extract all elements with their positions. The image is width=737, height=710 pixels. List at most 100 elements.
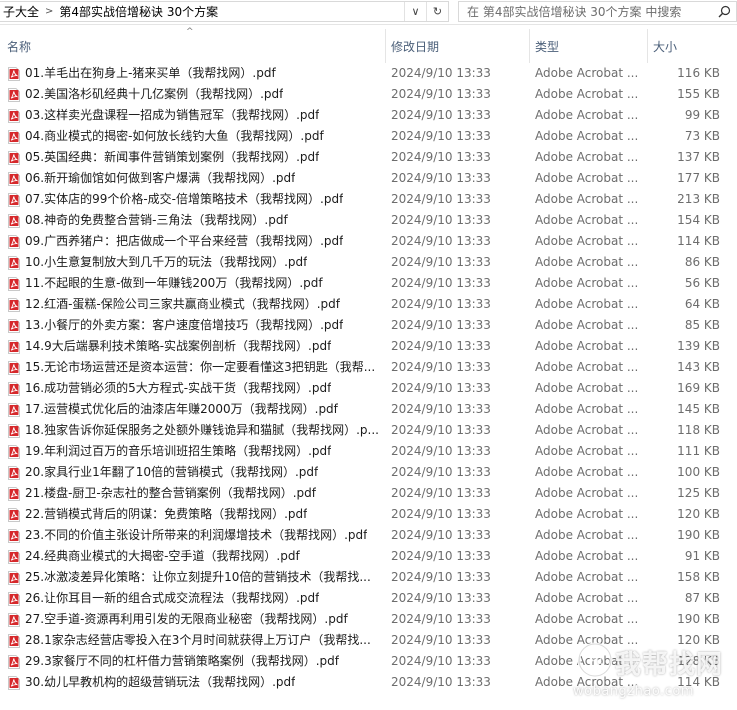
file-row[interactable]: 06.新开瑜伽馆如何做到客户爆满（我帮找网）.pdf 2024/9/10 13:3… [0,168,737,189]
file-name[interactable]: 22.营销模式背后的阴谋：免费策略（我帮找网）.pdf [25,504,307,525]
file-name-cell[interactable]: 22.营销模式背后的阴谋：免费策略（我帮找网）.pdf [8,504,385,525]
file-name-cell[interactable]: 29.3家餐厅不同的杠杆借力营销策略案例（我帮找网）.pdf [8,651,385,672]
file-name[interactable]: 17.运营模式优化后的油漆店年赚2000万（我帮找网）.pdf [25,399,338,420]
file-row[interactable]: 11.不起眼的生意-做到一年赚钱200万（我帮找网）.pdf 2024/9/10 … [0,273,737,294]
file-name[interactable]: 04.商业模式的揭密-如何放长线钓大鱼（我帮找网）.pdf [25,126,324,147]
file-name-cell[interactable]: 20.家具行业1年翻了10倍的营销模式（我帮找网）.pdf [8,462,385,483]
file-row[interactable]: 21.楼盘-厨卫-杂志社的整合营销案例（我帮找网）.pdf 2024/9/10 1… [0,483,737,504]
breadcrumb-current[interactable]: 第4部实战倍增秘诀 30个方案 [56,3,221,20]
file-name-cell[interactable]: 14.9大后端暴利技术策略-实战案例剖析（我帮找网）.pdf [8,336,385,357]
file-name-cell[interactable]: 30.幼儿早教机构的超级营销玩法（我帮找网）.pdf [8,672,385,693]
file-name-cell[interactable]: 19.年利润过百万的音乐培训班招生策略（我帮找网）.pdf [8,441,385,462]
file-name-cell[interactable]: 01.羊毛出在狗身上-猪来买单（我帮找网）.pdf [8,63,385,84]
file-name[interactable]: 02.美国洛杉矶经典十几亿案例（我帮找网）.pdf [25,84,283,105]
file-name[interactable]: 18.独家告诉你延保服务之处额外赚钱诡异和猫腻（我帮找网）.p... [25,420,379,441]
file-row[interactable]: 04.商业模式的揭密-如何放长线钓大鱼（我帮找网）.pdf 2024/9/10 1… [0,126,737,147]
file-name[interactable]: 10.小生意复制放大到几千万的玩法（我帮找网）.pdf [25,252,307,273]
file-row[interactable]: 07.实体店的99个价格-成交-倍增策略技术（我帮找网）.pdf 2024/9/1… [0,189,737,210]
file-name-cell[interactable]: 07.实体店的99个价格-成交-倍增策略技术（我帮找网）.pdf [8,189,385,210]
file-row[interactable]: 17.运营模式优化后的油漆店年赚2000万（我帮找网）.pdf 2024/9/10… [0,399,737,420]
breadcrumb-chevron-icon[interactable]: > [42,6,56,17]
address-bar[interactable]: 子大全 > 第4部实战倍增秘诀 30个方案 ∨ ↻ [0,1,449,22]
file-name[interactable]: 29.3家餐厅不同的杠杆借力营销策略案例（我帮找网）.pdf [25,651,339,672]
file-name[interactable]: 28.1家杂志经营店零投入在3个月时间就获得上万订户（我帮找... [25,630,371,651]
file-row[interactable]: 19.年利润过百万的音乐培训班招生策略（我帮找网）.pdf 2024/9/10 1… [0,441,737,462]
file-name[interactable]: 14.9大后端暴利技术策略-实战案例剖析（我帮找网）.pdf [25,336,331,357]
file-name-cell[interactable]: 02.美国洛杉矶经典十几亿案例（我帮找网）.pdf [8,84,385,105]
file-name[interactable]: 24.经典商业模式的大揭密-空手道（我帮找网）.pdf [25,546,300,567]
breadcrumb-parent[interactable]: 子大全 [0,3,42,20]
file-name[interactable]: 13.小餐厅的外卖方案：客户速度倍增技巧（我帮找网）.pdf [25,315,343,336]
file-name[interactable]: 20.家具行业1年翻了10倍的营销模式（我帮找网）.pdf [25,462,318,483]
file-name-cell[interactable]: 06.新开瑜伽馆如何做到客户爆满（我帮找网）.pdf [8,168,385,189]
file-name-cell[interactable]: 15.无论市场运营还是资本运营：你一定要看懂这3把钥匙（我帮... [8,357,385,378]
file-name-cell[interactable]: 21.楼盘-厨卫-杂志社的整合营销案例（我帮找网）.pdf [8,483,385,504]
search-icon[interactable] [712,5,736,18]
file-name[interactable]: 26.让你耳目一新的组合式成交流程法（我帮找网）.pdf [25,588,319,609]
file-name[interactable]: 23.不同的价值主张设计所带来的利润爆增技术（我帮找网）.pdf [25,525,367,546]
file-name-cell[interactable]: 27.空手道-资源再利用引发的无限商业秘密（我帮找网）.pdf [8,609,385,630]
search-box[interactable] [458,1,737,22]
file-name-cell[interactable]: 04.商业模式的揭密-如何放长线钓大鱼（我帮找网）.pdf [8,126,385,147]
file-row[interactable]: 27.空手道-资源再利用引发的无限商业秘密（我帮找网）.pdf 2024/9/10… [0,609,737,630]
file-name-cell[interactable]: 03.这样卖光盘课程一招成为销售冠军（我帮找网）.pdf [8,105,385,126]
column-header-size[interactable]: 大小 [648,36,737,56]
file-row[interactable]: 15.无论市场运营还是资本运营：你一定要看懂这3把钥匙（我帮... 2024/9/… [0,357,737,378]
file-row[interactable]: 24.经典商业模式的大揭密-空手道（我帮找网）.pdf 2024/9/10 13:… [0,546,737,567]
file-row[interactable]: 16.成功营销必须的5大方程式-实战干货（我帮找网）.pdf 2024/9/10 … [0,378,737,399]
file-row[interactable]: 13.小餐厅的外卖方案：客户速度倍增技巧（我帮找网）.pdf 2024/9/10 … [0,315,737,336]
file-row[interactable]: 22.营销模式背后的阴谋：免费策略（我帮找网）.pdf 2024/9/10 13:… [0,504,737,525]
file-name[interactable]: 08.神奇的免费整合营销-三角法（我帮找网）.pdf [25,210,288,231]
file-row[interactable]: 18.独家告诉你延保服务之处额外赚钱诡异和猫腻（我帮找网）.p... 2024/9… [0,420,737,441]
file-row[interactable]: 02.美国洛杉矶经典十几亿案例（我帮找网）.pdf 2024/9/10 13:33… [0,84,737,105]
file-name[interactable]: 19.年利润过百万的音乐培训班招生策略（我帮找网）.pdf [25,441,331,462]
file-name-cell[interactable]: 18.独家告诉你延保服务之处额外赚钱诡异和猫腻（我帮找网）.p... [8,420,385,441]
column-header-type[interactable]: 类型 [530,36,647,56]
file-name-cell[interactable]: 24.经典商业模式的大揭密-空手道（我帮找网）.pdf [8,546,385,567]
file-row[interactable]: 20.家具行业1年翻了10倍的营销模式（我帮找网）.pdf 2024/9/10 1… [0,462,737,483]
column-header-date[interactable]: 修改日期 [386,36,529,56]
file-row[interactable]: 23.不同的价值主张设计所带来的利润爆增技术（我帮找网）.pdf 2024/9/1… [0,525,737,546]
file-name[interactable]: 07.实体店的99个价格-成交-倍增策略技术（我帮找网）.pdf [25,189,343,210]
file-name-cell[interactable]: 26.让你耳目一新的组合式成交流程法（我帮找网）.pdf [8,588,385,609]
file-name[interactable]: 16.成功营销必须的5大方程式-实战干货（我帮找网）.pdf [25,378,331,399]
file-name[interactable]: 30.幼儿早教机构的超级营销玩法（我帮找网）.pdf [25,672,295,693]
file-name[interactable]: 25.冰激凌差异化策略：让你立刻提升10倍的营销技术（我帮找... [25,567,371,588]
file-row[interactable]: 14.9大后端暴利技术策略-实战案例剖析（我帮找网）.pdf 2024/9/10 … [0,336,737,357]
file-name-cell[interactable]: 17.运营模式优化后的油漆店年赚2000万（我帮找网）.pdf [8,399,385,420]
file-row[interactable]: 26.让你耳目一新的组合式成交流程法（我帮找网）.pdf 2024/9/10 13… [0,588,737,609]
file-name-cell[interactable]: 28.1家杂志经营店零投入在3个月时间就获得上万订户（我帮找... [8,630,385,651]
file-row[interactable]: 12.红酒-蛋糕-保险公司三家共赢商业模式（我帮找网）.pdf 2024/9/10… [0,294,737,315]
file-row[interactable]: 03.这样卖光盘课程一招成为销售冠军（我帮找网）.pdf 2024/9/10 13… [0,105,737,126]
file-name-cell[interactable]: 16.成功营销必须的5大方程式-实战干货（我帮找网）.pdf [8,378,385,399]
file-name[interactable]: 11.不起眼的生意-做到一年赚钱200万（我帮找网）.pdf [25,273,323,294]
file-name[interactable]: 27.空手道-资源再利用引发的无限商业秘密（我帮找网）.pdf [25,609,348,630]
file-name[interactable]: 05.英国经典：新闻事件营销策划案例（我帮找网）.pdf [25,147,319,168]
file-name-cell[interactable]: 10.小生意复制放大到几千万的玩法（我帮找网）.pdf [8,252,385,273]
refresh-icon[interactable]: ↻ [426,2,448,21]
file-name-cell[interactable]: 08.神奇的免费整合营销-三角法（我帮找网）.pdf [8,210,385,231]
file-name-cell[interactable]: 25.冰激凌差异化策略：让你立刻提升10倍的营销技术（我帮找... [8,567,385,588]
file-name-cell[interactable]: 05.英国经典：新闻事件营销策划案例（我帮找网）.pdf [8,147,385,168]
file-row[interactable]: 01.羊毛出在狗身上-猪来买单（我帮找网）.pdf 2024/9/10 13:33… [0,63,737,84]
file-name[interactable]: 21.楼盘-厨卫-杂志社的整合营销案例（我帮找网）.pdf [25,483,316,504]
address-history-dropdown-icon[interactable]: ∨ [404,2,426,21]
file-name-cell[interactable]: 13.小餐厅的外卖方案：客户速度倍增技巧（我帮找网）.pdf [8,315,385,336]
file-name[interactable]: 01.羊毛出在狗身上-猪来买单（我帮找网）.pdf [25,63,276,84]
file-name[interactable]: 09.广西养猪户：把店做成一个平台来经营（我帮找网）.pdf [25,231,343,252]
search-input[interactable] [459,3,712,20]
file-row[interactable]: 09.广西养猪户：把店做成一个平台来经营（我帮找网）.pdf 2024/9/10 … [0,231,737,252]
file-row[interactable]: 08.神奇的免费整合营销-三角法（我帮找网）.pdf 2024/9/10 13:3… [0,210,737,231]
file-name[interactable]: 03.这样卖光盘课程一招成为销售冠军（我帮找网）.pdf [25,105,319,126]
file-name[interactable]: 12.红酒-蛋糕-保险公司三家共赢商业模式（我帮找网）.pdf [25,294,340,315]
file-name-cell[interactable]: 12.红酒-蛋糕-保险公司三家共赢商业模式（我帮找网）.pdf [8,294,385,315]
file-name[interactable]: 15.无论市场运营还是资本运营：你一定要看懂这3把钥匙（我帮... [25,357,375,378]
file-name[interactable]: 06.新开瑜伽馆如何做到客户爆满（我帮找网）.pdf [25,168,295,189]
file-row[interactable]: 25.冰激凌差异化策略：让你立刻提升10倍的营销技术（我帮找... 2024/9/… [0,567,737,588]
column-header-name[interactable]: 名称 [2,36,385,56]
file-name-cell[interactable]: 09.广西养猪户：把店做成一个平台来经营（我帮找网）.pdf [8,231,385,252]
file-name-cell[interactable]: 23.不同的价值主张设计所带来的利润爆增技术（我帮找网）.pdf [8,525,385,546]
file-row[interactable]: 05.英国经典：新闻事件营销策划案例（我帮找网）.pdf 2024/9/10 13… [0,147,737,168]
file-name-cell[interactable]: 11.不起眼的生意-做到一年赚钱200万（我帮找网）.pdf [8,273,385,294]
file-row[interactable]: 10.小生意复制放大到几千万的玩法（我帮找网）.pdf 2024/9/10 13:… [0,252,737,273]
